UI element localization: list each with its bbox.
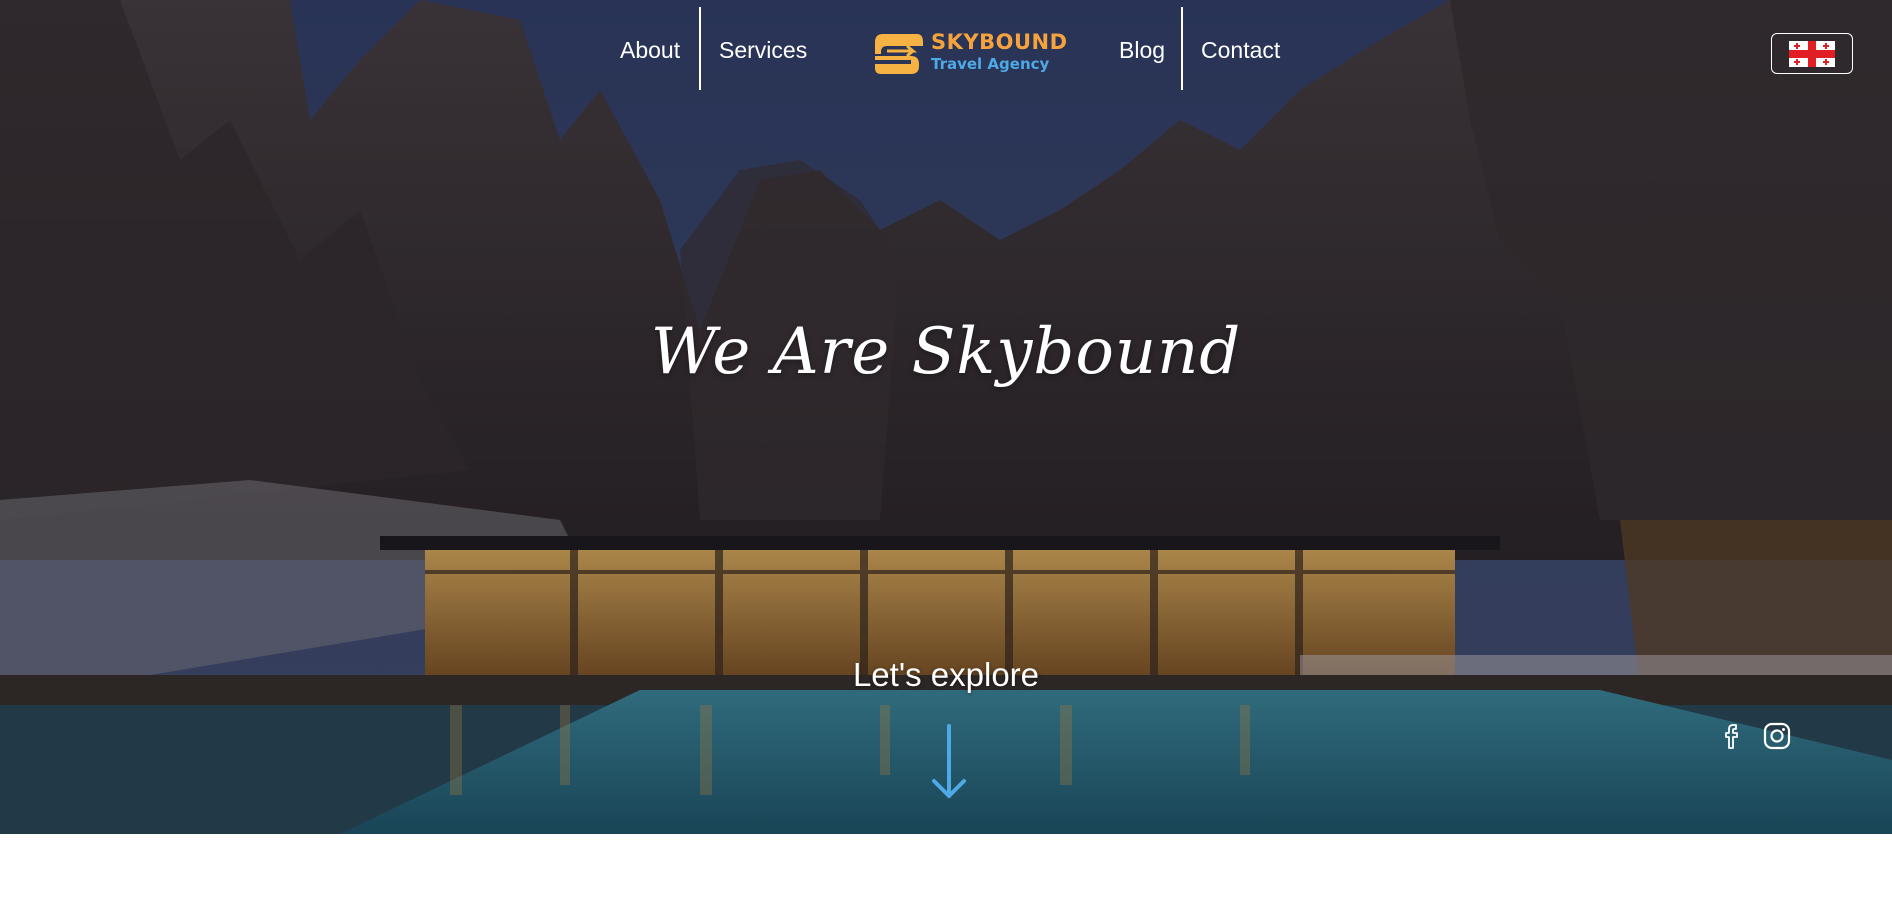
instagram-link[interactable] bbox=[1762, 721, 1792, 751]
instagram-icon bbox=[1763, 722, 1791, 750]
nav-divider bbox=[1181, 7, 1183, 90]
logo-title: SKYBOUND bbox=[931, 30, 1068, 54]
logo-subtitle: Travel Agency bbox=[931, 55, 1050, 73]
nav-link-blog[interactable]: Blog bbox=[1119, 36, 1165, 64]
arrow-down-icon[interactable] bbox=[931, 724, 967, 800]
facebook-icon bbox=[1725, 724, 1738, 749]
nav-link-contact[interactable]: Contact bbox=[1201, 36, 1280, 64]
nav-link-about[interactable]: About bbox=[620, 36, 680, 64]
hero-title: We Are Skybound bbox=[650, 315, 1242, 389]
language-switch-button[interactable] bbox=[1771, 33, 1853, 74]
facebook-link[interactable] bbox=[1718, 721, 1748, 751]
nav-link-services[interactable]: Services bbox=[719, 36, 807, 64]
hero-section: About Services SKYBOUND Travel Agency Bl… bbox=[0, 0, 1892, 834]
hero-background-image bbox=[0, 0, 1892, 834]
logo-mark-icon bbox=[875, 34, 923, 74]
georgia-flag-icon bbox=[1789, 40, 1835, 67]
hero-subtitle: Let's explore bbox=[852, 656, 1040, 693]
nav-divider bbox=[699, 7, 701, 90]
